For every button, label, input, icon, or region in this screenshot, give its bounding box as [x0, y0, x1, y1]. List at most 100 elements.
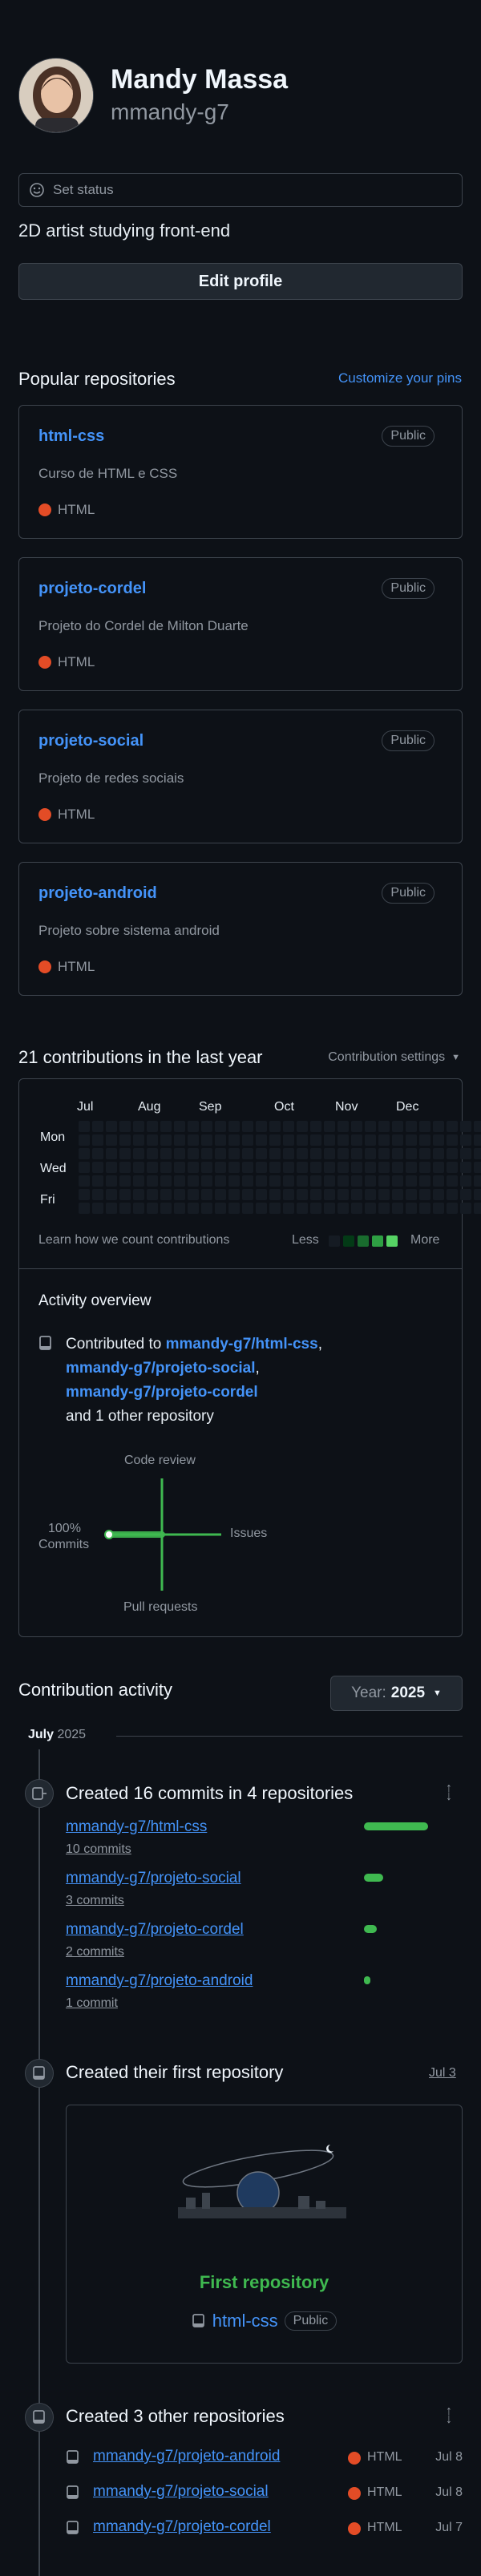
contribution-day[interactable]	[242, 1162, 253, 1173]
contribution-day[interactable]	[324, 1203, 335, 1214]
contribution-day[interactable]	[160, 1162, 172, 1173]
contribution-day[interactable]	[406, 1189, 417, 1200]
contribution-day[interactable]	[256, 1134, 267, 1146]
contribution-day[interactable]	[324, 1134, 335, 1146]
contribution-day[interactable]	[297, 1121, 308, 1132]
contribution-day[interactable]	[338, 1121, 349, 1132]
contribution-day[interactable]	[378, 1121, 390, 1132]
contribution-day[interactable]	[474, 1148, 481, 1159]
contribution-day[interactable]	[310, 1148, 321, 1159]
contribution-day[interactable]	[378, 1203, 390, 1214]
pinned-repo-name[interactable]: projeto-cordel	[38, 580, 146, 598]
contribution-day[interactable]	[160, 1189, 172, 1200]
contribution-day[interactable]	[392, 1189, 403, 1200]
contribution-day[interactable]	[242, 1134, 253, 1146]
contribution-day[interactable]	[433, 1175, 444, 1187]
contribution-day[interactable]	[242, 1175, 253, 1187]
contribution-day[interactable]	[256, 1189, 267, 1200]
contribution-day[interactable]	[447, 1148, 458, 1159]
pinned-repo-name[interactable]: projeto-android	[38, 884, 157, 903]
contribution-day[interactable]	[174, 1189, 185, 1200]
contribution-day[interactable]	[365, 1162, 376, 1173]
contribution-day[interactable]	[228, 1148, 240, 1159]
contribution-day[interactable]	[92, 1189, 103, 1200]
contribution-day[interactable]	[474, 1162, 481, 1173]
contribution-day[interactable]	[228, 1175, 240, 1187]
contribution-day[interactable]	[433, 1189, 444, 1200]
contribution-day[interactable]	[269, 1121, 281, 1132]
contribution-day[interactable]	[338, 1162, 349, 1173]
contribution-day[interactable]	[242, 1203, 253, 1214]
contribution-day[interactable]	[351, 1203, 362, 1214]
contribution-day[interactable]	[378, 1175, 390, 1187]
contribution-day[interactable]	[310, 1203, 321, 1214]
contribution-day[interactable]	[392, 1134, 403, 1146]
contribution-day[interactable]	[147, 1148, 158, 1159]
contribution-day[interactable]	[283, 1148, 294, 1159]
contribution-day[interactable]	[119, 1189, 131, 1200]
contribution-day[interactable]	[106, 1134, 117, 1146]
contribution-day[interactable]	[174, 1121, 185, 1132]
contribution-day[interactable]	[188, 1162, 199, 1173]
contribution-day[interactable]	[242, 1189, 253, 1200]
contribution-day[interactable]	[147, 1203, 158, 1214]
contribution-day[interactable]	[106, 1189, 117, 1200]
contribution-day[interactable]	[174, 1148, 185, 1159]
contribution-day[interactable]	[297, 1162, 308, 1173]
contribution-day[interactable]	[160, 1175, 172, 1187]
contribution-day[interactable]	[106, 1175, 117, 1187]
contribution-day[interactable]	[79, 1175, 90, 1187]
other-repo-link[interactable]: mmandy-g7/projeto-android	[93, 2448, 280, 2465]
contribution-day[interactable]	[351, 1162, 362, 1173]
contribution-day[interactable]	[365, 1189, 376, 1200]
contribution-day[interactable]	[188, 1121, 199, 1132]
contribution-day[interactable]	[215, 1175, 226, 1187]
contribution-day[interactable]	[228, 1203, 240, 1214]
contribution-day[interactable]	[133, 1175, 144, 1187]
commit-count-link[interactable]: 2 commits	[66, 1945, 124, 1959]
contribution-day[interactable]	[406, 1134, 417, 1146]
contribution-day[interactable]	[338, 1175, 349, 1187]
contribution-day[interactable]	[310, 1121, 321, 1132]
contribution-day[interactable]	[297, 1175, 308, 1187]
contribution-day[interactable]	[133, 1148, 144, 1159]
contribution-day[interactable]	[474, 1121, 481, 1132]
contribution-day[interactable]	[365, 1175, 376, 1187]
contribution-day[interactable]	[147, 1134, 158, 1146]
contribution-day[interactable]	[351, 1134, 362, 1146]
contribution-day[interactable]	[119, 1203, 131, 1214]
contribution-day[interactable]	[378, 1189, 390, 1200]
contribution-day[interactable]	[283, 1203, 294, 1214]
contribution-day[interactable]	[215, 1162, 226, 1173]
contribution-day[interactable]	[256, 1203, 267, 1214]
contribution-day[interactable]	[256, 1175, 267, 1187]
commit-repo-link[interactable]: mmandy-g7/projeto-social	[66, 1870, 241, 1887]
contribution-day[interactable]	[283, 1121, 294, 1132]
contribution-day[interactable]	[79, 1162, 90, 1173]
contribution-day[interactable]	[433, 1203, 444, 1214]
contribution-day[interactable]	[324, 1175, 335, 1187]
contribution-day[interactable]	[447, 1203, 458, 1214]
contribution-day[interactable]	[460, 1189, 471, 1200]
contribution-day[interactable]	[269, 1162, 281, 1173]
contribution-day[interactable]	[365, 1203, 376, 1214]
contribution-day[interactable]	[419, 1203, 430, 1214]
contribution-day[interactable]	[283, 1175, 294, 1187]
contribution-day[interactable]	[474, 1175, 481, 1187]
contribution-day[interactable]	[474, 1203, 481, 1214]
contribution-day[interactable]	[269, 1134, 281, 1146]
contribution-day[interactable]	[147, 1175, 158, 1187]
contribution-day[interactable]	[433, 1134, 444, 1146]
contribution-day[interactable]	[460, 1203, 471, 1214]
contribution-day[interactable]	[160, 1203, 172, 1214]
commit-count-link[interactable]: 10 commits	[66, 1842, 131, 1857]
contribution-day[interactable]	[392, 1175, 403, 1187]
contribution-day[interactable]	[392, 1121, 403, 1132]
contribution-day[interactable]	[256, 1121, 267, 1132]
contribution-day[interactable]	[460, 1162, 471, 1173]
contribution-day[interactable]	[338, 1134, 349, 1146]
contribution-day[interactable]	[79, 1189, 90, 1200]
set-status-button[interactable]: Set status	[18, 173, 463, 207]
contribution-day[interactable]	[119, 1162, 131, 1173]
contribution-day[interactable]	[201, 1203, 212, 1214]
